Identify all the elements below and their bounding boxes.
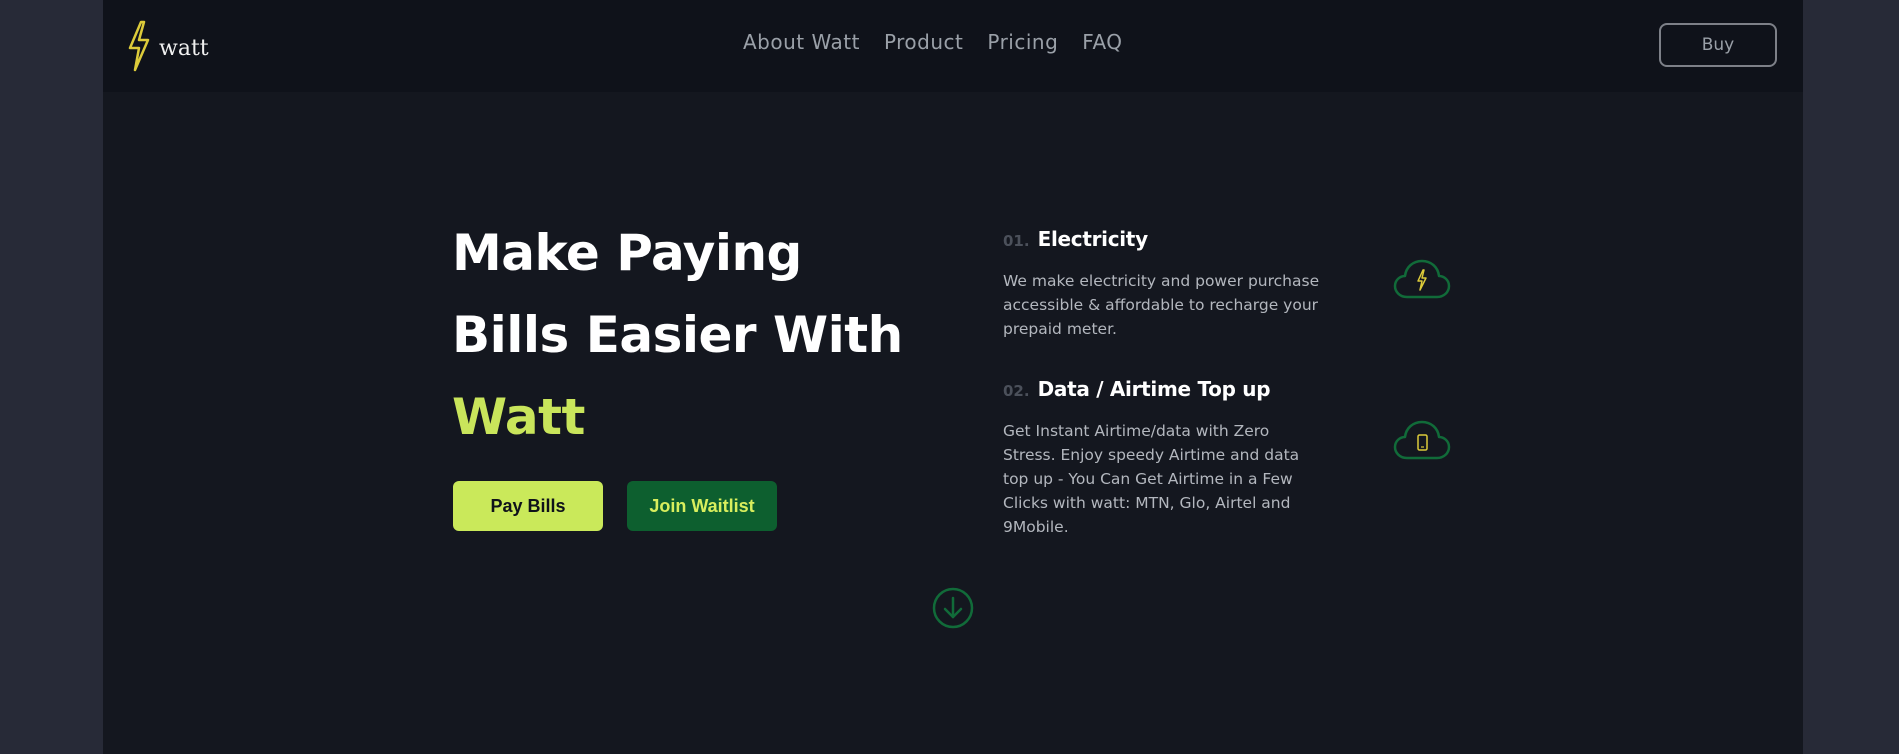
join-waitlist-button[interactable]: Join Waitlist <box>627 481 777 531</box>
feature-data-airtime: 02. Data / Airtime Top up Get Instant Ai… <box>1003 377 1463 539</box>
nav-about[interactable]: About Watt <box>743 30 860 54</box>
feature-number: 02. <box>1003 382 1030 400</box>
lightning-bolt-icon <box>128 20 150 72</box>
pay-bills-button[interactable]: Pay Bills <box>453 481 603 531</box>
main-nav: About Watt Product Pricing FAQ <box>743 30 1123 54</box>
buy-button[interactable]: Buy <box>1659 23 1777 67</box>
hero-title: Make Paying Bills Easier With Watt <box>452 212 912 458</box>
feature-number: 01. <box>1003 232 1030 250</box>
arrow-down-circle-icon[interactable] <box>932 587 974 629</box>
cloud-phone-icon <box>1393 420 1451 460</box>
hero-title-accent: Watt <box>452 388 585 446</box>
feature-description: Get Instant Airtime/data with Zero Stres… <box>1003 422 1300 536</box>
feature-title: Data / Airtime Top up <box>1037 377 1271 401</box>
nav-product[interactable]: Product <box>884 30 963 54</box>
brand-name: watt <box>159 35 209 61</box>
nav-pricing[interactable]: Pricing <box>987 30 1058 54</box>
brand-logo[interactable]: watt <box>125 20 215 72</box>
feature-description: We make electricity and power purchase a… <box>1003 272 1320 338</box>
nav-faq[interactable]: FAQ <box>1082 30 1122 54</box>
cloud-lightning-icon <box>1393 259 1451 299</box>
top-navbar: watt About Watt Product Pricing FAQ Buy <box>103 0 1803 92</box>
feature-heading: 02. Data / Airtime Top up <box>1003 377 1463 407</box>
feature-title: Electricity <box>1037 227 1149 251</box>
feature-heading: 01. Electricity <box>1003 227 1463 257</box>
hero-title-line-1: Make Paying <box>452 224 802 282</box>
feature-electricity: 01. Electricity We make electricity and … <box>1003 227 1463 341</box>
hero-title-line-2: Bills Easier With <box>452 306 903 364</box>
page: watt About Watt Product Pricing FAQ Buy … <box>103 0 1803 754</box>
